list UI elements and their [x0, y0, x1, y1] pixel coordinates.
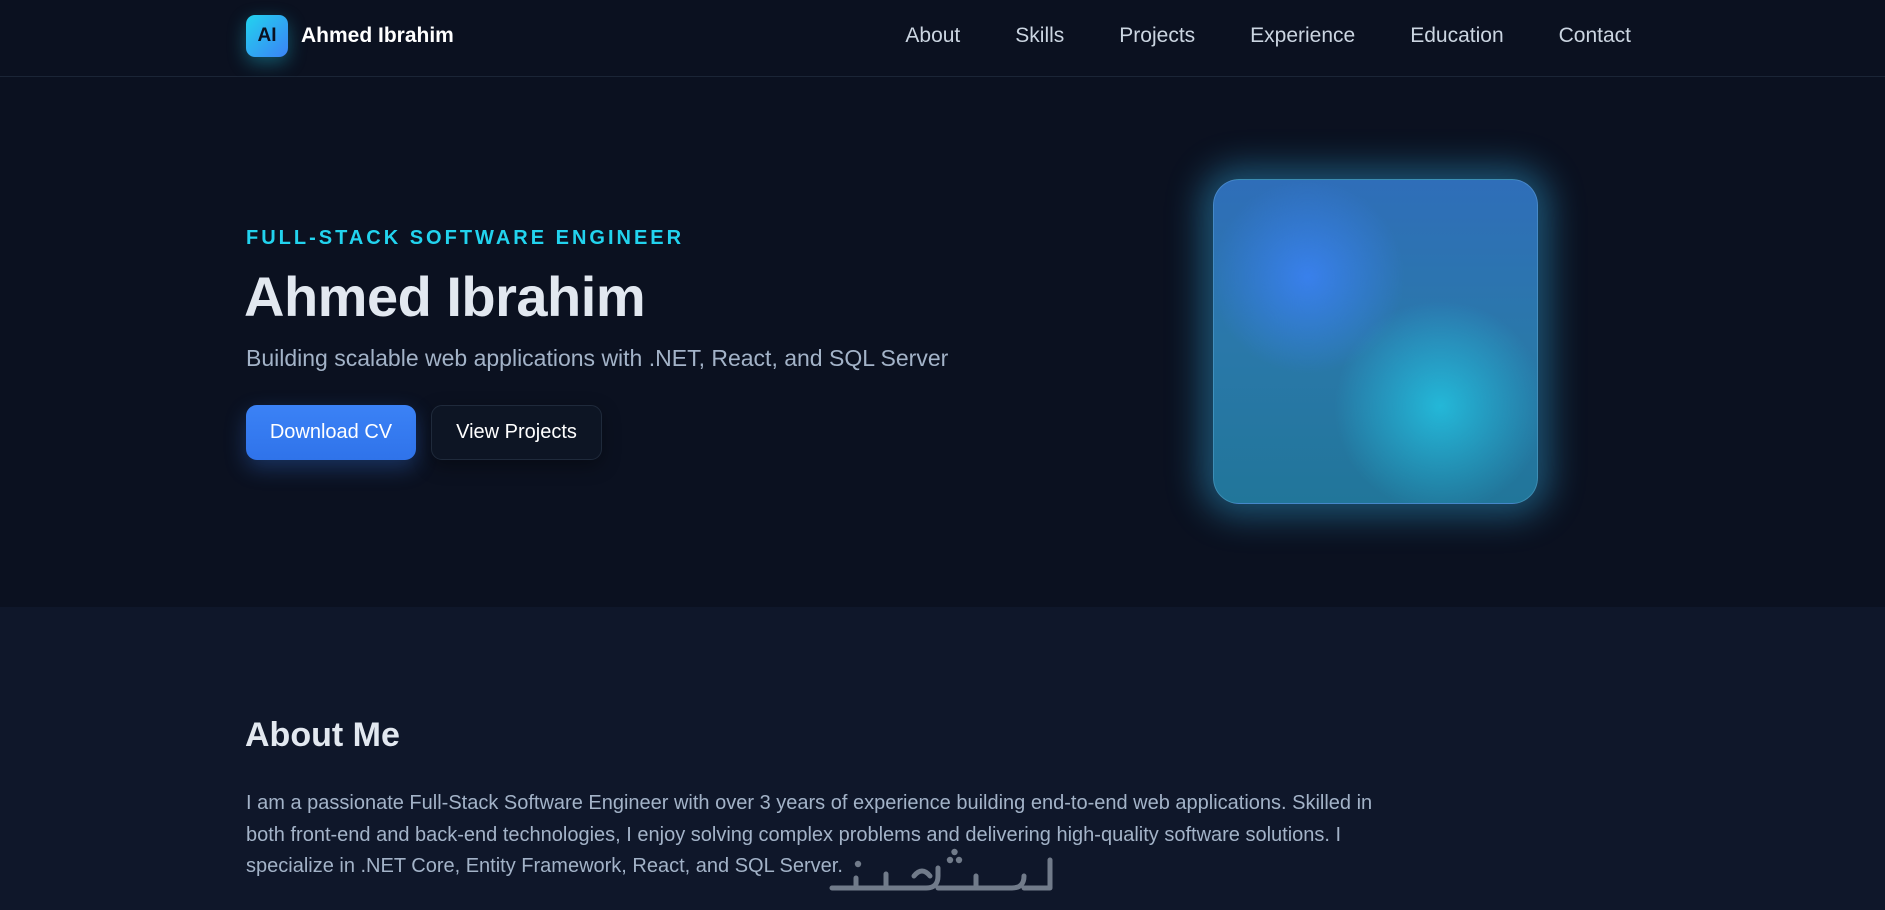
- portfolio-page: AI Ahmed Ibrahim About Skills Projects E…: [0, 0, 1885, 910]
- brand[interactable]: AI Ahmed Ibrahim: [246, 15, 454, 57]
- nav-link-education[interactable]: Education: [1410, 24, 1503, 48]
- about-section: About Me I am a passionate Full-Stack So…: [0, 607, 1885, 910]
- nav-link-experience[interactable]: Experience: [1250, 24, 1355, 48]
- nav-links: About Skills Projects Experience Educati…: [905, 24, 1631, 48]
- nav-link-skills[interactable]: Skills: [1015, 24, 1064, 48]
- top-navigation: AI Ahmed Ibrahim About Skills Projects E…: [0, 0, 1885, 77]
- hero-subtitle: Building scalable web applications with …: [246, 345, 949, 371]
- hero-section: FULL-STACK SOFTWARE ENGINEER Ahmed Ibrah…: [0, 77, 1885, 607]
- about-title: About Me: [245, 716, 400, 754]
- about-paragraph: I am a passionate Full-Stack Software En…: [246, 792, 1373, 877]
- nav-link-contact[interactable]: Contact: [1559, 24, 1631, 48]
- download-cv-button[interactable]: Download CV: [246, 405, 416, 460]
- brand-name: Ahmed Ibrahim: [301, 24, 454, 47]
- view-projects-button[interactable]: View Projects: [431, 405, 602, 460]
- hero-eyebrow: FULL-STACK SOFTWARE ENGINEER: [246, 227, 685, 249]
- brand-logo-icon: AI: [246, 15, 288, 57]
- nav-link-projects[interactable]: Projects: [1119, 24, 1195, 48]
- nav-link-about[interactable]: About: [905, 24, 960, 48]
- hero-title: Ahmed Ibrahim: [244, 265, 646, 328]
- hero-gradient-graphic: [1213, 179, 1538, 504]
